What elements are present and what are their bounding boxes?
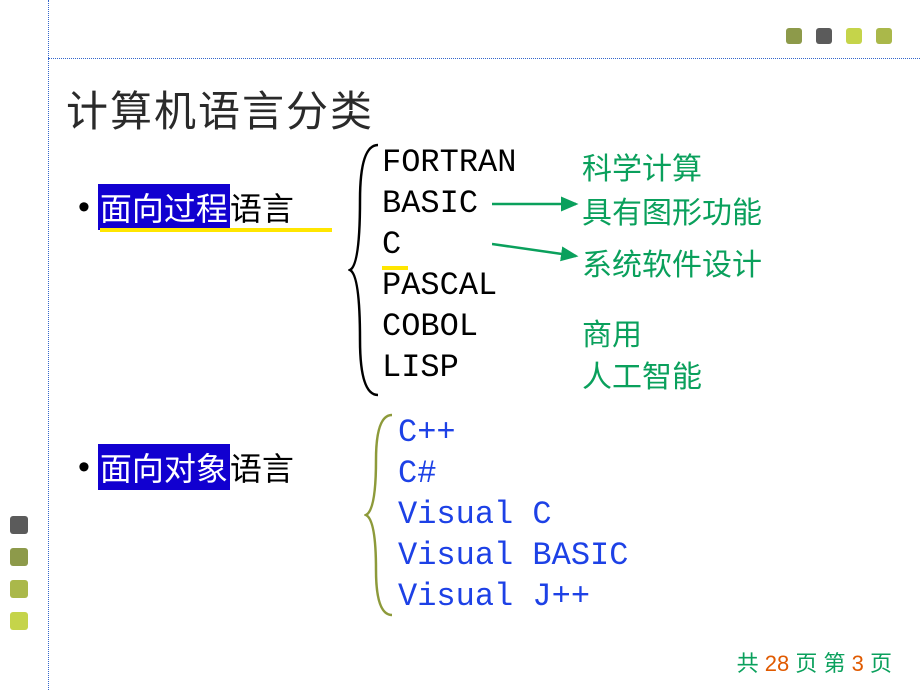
list-item: BASIC [382,183,516,224]
purpose-lisp: 人工智能 [582,352,702,396]
list-item: C# [398,453,628,494]
list-item: C++ [398,412,628,453]
square-icon [10,580,28,598]
list-item: COBOL [382,306,516,347]
bullet-procedural: • 面向过程 语言 [78,184,294,230]
slide: 计算机语言分类 • 面向过程 语言 • 面向对象 语言 FORTRAN BASI… [0,0,920,690]
purpose-cobol: 商用 [582,310,642,354]
square-icon [846,28,862,44]
square-icon [876,28,892,44]
list-item: C [382,224,516,265]
object-languages: C++ C# Visual C Visual BASIC Visual J++ [398,412,628,617]
list-item: PASCAL [382,265,516,306]
square-icon [10,516,28,534]
decoration-top-right [786,28,892,44]
bullet-procedural-tail: 语言 [230,184,294,230]
bullet-object-tail: 语言 [230,444,294,490]
list-item: Visual BASIC [398,535,628,576]
bullet-dot-icon: • [78,188,90,227]
footer-total: 28 [765,651,789,676]
left-border [48,0,49,690]
underline-icon [100,228,332,232]
list-item: Visual C [398,494,628,535]
footer-prefix: 共 [737,651,759,676]
bullet-object-highlight: 面向对象 [98,444,230,490]
list-item: Visual J++ [398,576,628,617]
decoration-left [10,516,28,630]
footer-current: 3 [852,651,864,676]
square-icon [10,612,28,630]
slide-title: 计算机语言分类 [66,78,374,139]
underline-icon [382,266,408,270]
purpose-c: 系统软件设计 [582,240,762,284]
square-icon [816,28,832,44]
top-border [48,58,920,59]
page-footer: 共 28 页 第 3 页 [737,646,892,678]
bullet-dot-icon: • [78,448,90,487]
bullet-object: • 面向对象 语言 [78,444,294,490]
footer-suffix: 页 [870,651,892,676]
purpose-fortran: 科学计算 [582,144,702,188]
square-icon [786,28,802,44]
procedural-languages: FORTRAN BASIC C PASCAL COBOL LISP [382,142,516,388]
footer-mid: 页 第 [795,651,845,676]
square-icon [10,548,28,566]
purpose-basic: 具有图形功能 [582,188,762,232]
brace-icon [364,410,400,620]
bullet-procedural-highlight: 面向过程 [98,184,230,230]
list-item: FORTRAN [382,142,516,183]
list-item: LISP [382,347,516,388]
